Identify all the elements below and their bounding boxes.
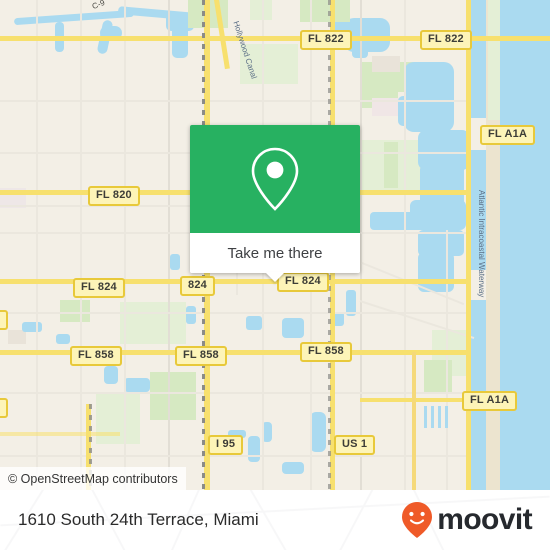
intracoastal-waterway-water xyxy=(498,0,516,490)
shield-fl-a1a[interactable]: FL A1A xyxy=(480,125,536,145)
attribution-text: © OpenStreetMap contributors xyxy=(8,471,178,486)
lagoon-water xyxy=(370,212,420,230)
pond-water xyxy=(262,422,272,442)
pond-water xyxy=(56,334,70,344)
shield-i-95[interactable]: I 95 xyxy=(208,435,244,455)
minor-road xyxy=(0,100,470,102)
location-pin-icon xyxy=(251,147,299,211)
shield-824[interactable]: 824 xyxy=(180,276,215,296)
shield-fl-824[interactable]: FL 824 xyxy=(73,278,125,298)
shield-fl-858[interactable]: FL 858 xyxy=(175,346,227,366)
pond-water xyxy=(248,436,260,462)
park-area xyxy=(300,0,350,22)
pond-water xyxy=(124,378,150,392)
minor-road xyxy=(404,0,406,490)
moovit-smiley-pin-icon xyxy=(402,502,433,538)
moovit-logo[interactable]: moovit xyxy=(400,501,533,539)
pond-water xyxy=(186,306,196,324)
shield-edge-clipped[interactable]: x xyxy=(0,398,9,418)
pond-water xyxy=(170,254,180,270)
shield-fl-a1a[interactable]: FL A1A xyxy=(462,391,518,411)
park-area xyxy=(150,372,196,420)
map-attribution[interactable]: © OpenStreetMap contributors xyxy=(0,467,186,490)
canal-finger xyxy=(438,406,441,428)
canal-finger xyxy=(427,72,430,88)
water-body xyxy=(470,0,486,118)
park-area xyxy=(384,142,398,188)
water-label-atlantic-intracoastal-waterway: Atlantic Intracoastal Waterway xyxy=(477,190,486,298)
pond-water xyxy=(282,462,304,474)
shield-fl-820[interactable]: FL 820 xyxy=(88,186,140,206)
canal-finger xyxy=(424,406,427,428)
shield-us-1[interactable]: US 1 xyxy=(334,435,376,455)
footer-bar: 1610 South 24th Terrace, Miami moovit xyxy=(0,490,550,550)
building-block xyxy=(8,330,26,344)
minor-road xyxy=(36,0,38,490)
shield-edge-clipped[interactable]: x xyxy=(0,310,9,330)
park-area xyxy=(250,0,272,20)
building-block xyxy=(372,56,400,72)
minor-road xyxy=(360,0,362,490)
moovit-map-screenshot: Hollywood Canal Atlantic Intracoastal Wa… xyxy=(0,0,550,550)
popup-card-footer[interactable]: Take me there xyxy=(190,233,360,273)
park-area xyxy=(120,302,186,344)
park-area xyxy=(60,300,90,322)
canal-finger xyxy=(431,406,434,428)
take-me-there-label: Take me there xyxy=(227,244,323,262)
minor-road xyxy=(0,392,470,394)
location-popup-card[interactable]: Take me there xyxy=(190,125,360,282)
pond-water xyxy=(246,316,262,330)
shield-fl-822[interactable]: FL 822 xyxy=(420,30,472,50)
shield-fl-858[interactable]: FL 858 xyxy=(300,342,352,362)
shield-fl-822[interactable]: FL 822 xyxy=(300,30,352,50)
canal-finger xyxy=(434,72,437,88)
moovit-wordmark: moovit xyxy=(437,503,532,536)
highway-fl-824 xyxy=(0,279,470,284)
pond-water xyxy=(104,366,118,384)
popup-card-pointer xyxy=(265,272,285,282)
park-area xyxy=(424,360,452,394)
minor-road xyxy=(446,230,448,490)
minor-road xyxy=(168,0,170,490)
canal-finger xyxy=(445,406,448,428)
canal-finger xyxy=(441,72,444,88)
lagoon-water xyxy=(418,100,432,122)
highway-fl-a1a xyxy=(466,0,471,490)
minor-road xyxy=(80,0,82,490)
park-area xyxy=(96,392,140,444)
minor-road xyxy=(0,455,470,457)
park-area xyxy=(488,0,500,120)
pond-water xyxy=(282,318,304,338)
address-title: 1610 South 24th Terrace, Miami xyxy=(18,510,259,529)
pond-water xyxy=(22,322,42,332)
popup-card-header xyxy=(190,125,360,233)
shield-fl-858[interactable]: FL 858 xyxy=(70,346,122,366)
highway-link xyxy=(412,352,416,490)
pond-water xyxy=(310,412,326,452)
map-canvas[interactable]: Hollywood Canal Atlantic Intracoastal Wa… xyxy=(0,0,550,490)
highway-spur xyxy=(0,432,120,436)
minor-road xyxy=(124,0,126,490)
